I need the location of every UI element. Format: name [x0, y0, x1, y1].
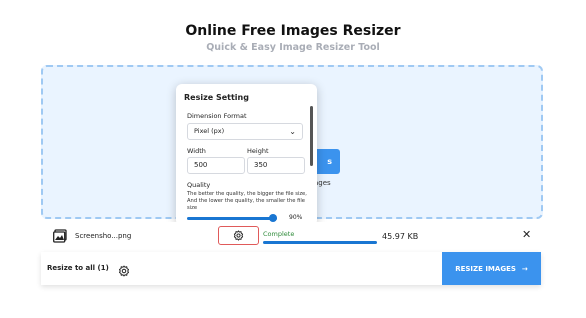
file-size: 45.97 KB — [382, 232, 419, 241]
popup-scrollbar[interactable] — [310, 106, 313, 166]
quality-label: Quality — [187, 181, 211, 189]
gear-icon — [119, 265, 129, 277]
close-icon: ✕ — [522, 228, 532, 241]
quality-slider-track[interactable] — [187, 217, 277, 220]
resize-settings-popup: Resize Setting Dimension Format Pixel (p… — [176, 84, 317, 226]
popup-title: Resize Setting — [184, 93, 249, 102]
resize-images-label: RESIZE IMAGES — [455, 264, 516, 273]
dimension-format-label: Dimension Format — [187, 112, 247, 120]
quality-description: The better the quality, the bigger the f… — [187, 191, 307, 211]
bottom-bar: Resize to all (1) RESIZE IMAGES → — [41, 252, 541, 285]
width-label: Width — [187, 147, 206, 155]
arrow-right-icon: → — [521, 264, 528, 273]
remove-file-button[interactable]: ✕ — [522, 228, 531, 241]
height-label: Height — [247, 147, 269, 155]
dimension-format-value: Pixel (px) — [194, 127, 225, 135]
file-row: Screensho...png Complete 45.97 KB ✕ — [41, 222, 541, 253]
file-settings-button[interactable] — [218, 226, 259, 245]
upload-progress-bar — [263, 241, 377, 244]
file-name: Screensho...png — [75, 232, 132, 240]
width-input[interactable]: 500 — [187, 157, 245, 174]
page-title: Online Free Images Resizer — [185, 23, 401, 39]
quality-value: 90% — [289, 214, 303, 221]
upload-status: Complete — [263, 230, 295, 238]
gear-icon — [233, 230, 244, 241]
resize-all-settings-button[interactable] — [118, 262, 130, 281]
dimension-format-select[interactable]: Pixel (px) ⌄ — [187, 123, 303, 140]
chevron-down-icon: ⌄ — [289, 127, 296, 136]
image-file-icon — [53, 229, 67, 243]
quality-slider-thumb[interactable] — [269, 214, 277, 222]
upload-button-label: s — [327, 157, 332, 166]
page-subtitle: Quick & Easy Image Resizer Tool — [206, 42, 380, 53]
resize-to-all-label: Resize to all (1) — [47, 264, 109, 272]
height-input[interactable]: 350 — [247, 157, 305, 174]
resize-images-button[interactable]: RESIZE IMAGES → — [442, 252, 541, 285]
